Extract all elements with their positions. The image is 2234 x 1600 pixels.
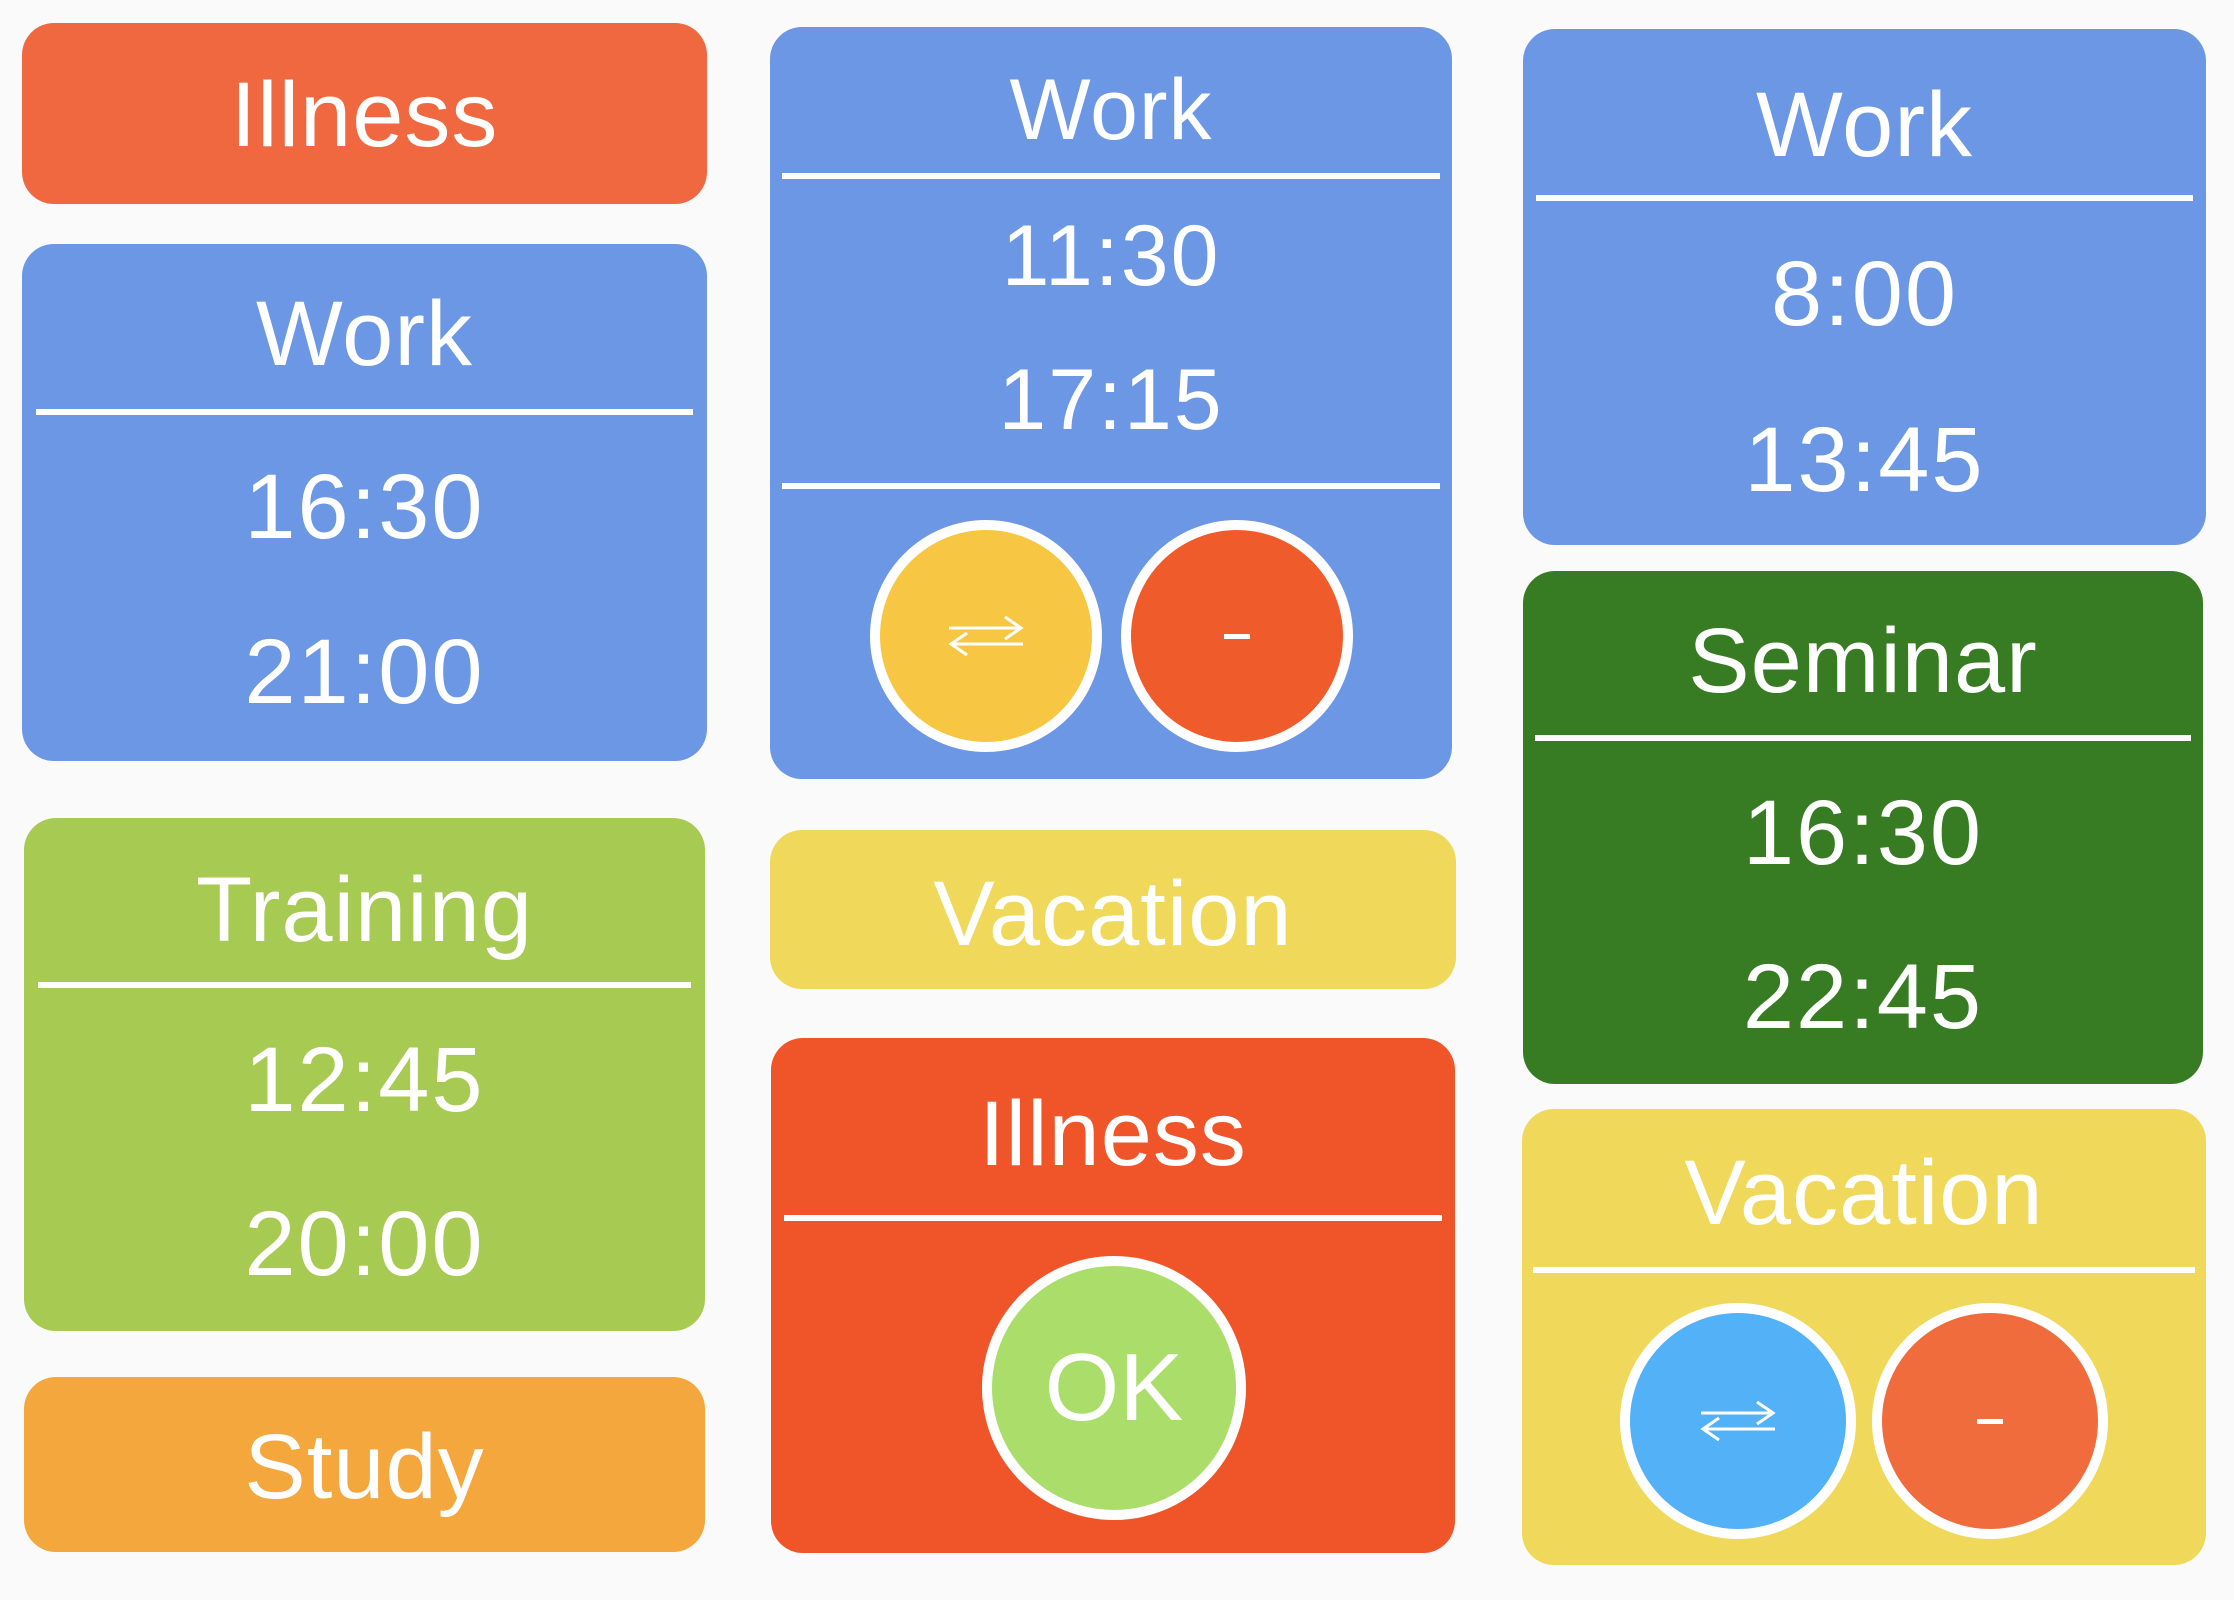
swap-button[interactable] xyxy=(870,520,1102,752)
divider xyxy=(784,1215,1442,1221)
vacation-card[interactable]: Vacation xyxy=(770,830,1456,989)
end-time: 17:15 xyxy=(998,352,1224,448)
card-title: Training xyxy=(196,859,533,961)
divider xyxy=(1535,735,2191,741)
card-title: Seminar xyxy=(1688,610,2038,712)
divider xyxy=(38,982,691,988)
divider xyxy=(782,483,1440,489)
study-card[interactable]: Study xyxy=(24,1377,705,1552)
end-time: 20:00 xyxy=(244,1193,485,1295)
vacation-card-editing[interactable]: Vacation xyxy=(1522,1109,2206,1565)
card-title: Work xyxy=(256,283,473,385)
start-time: 11:30 xyxy=(1001,208,1221,304)
swap-button[interactable] xyxy=(1620,1303,1856,1539)
work-shift-card[interactable]: Work 16:30 21:00 xyxy=(22,244,707,761)
training-shift-card[interactable]: Training 12:45 20:00 xyxy=(24,818,705,1331)
divider xyxy=(782,173,1440,179)
delete-button[interactable] xyxy=(1872,1303,2108,1539)
end-time: 22:45 xyxy=(1742,946,1984,1048)
illness-card-confirm[interactable]: Illness OK xyxy=(771,1038,1455,1553)
delete-button[interactable] xyxy=(1121,520,1353,752)
divider xyxy=(1533,1267,2195,1273)
card-title: Work xyxy=(1009,62,1213,158)
swap-arrows-icon xyxy=(948,615,1024,657)
work-shift-card-editing[interactable]: Work 11:30 17:15 xyxy=(770,27,1452,779)
minus-icon xyxy=(1977,1418,2003,1424)
start-time: 8:00 xyxy=(1770,243,1959,345)
divider xyxy=(36,409,693,415)
card-title: Work xyxy=(1756,74,1973,176)
ok-button[interactable]: OK xyxy=(982,1256,1246,1520)
seminar-shift-card[interactable]: Seminar 16:30 22:45 xyxy=(1523,571,2203,1084)
card-title: Study xyxy=(244,1416,485,1518)
end-time: 13:45 xyxy=(1744,409,1985,511)
divider xyxy=(1536,195,2193,201)
ok-label: OK xyxy=(1044,1334,1184,1441)
card-title: Illness xyxy=(979,1083,1247,1185)
swap-arrows-icon xyxy=(1700,1400,1776,1442)
card-title: Illness xyxy=(230,64,499,166)
end-time: 21:00 xyxy=(244,621,485,723)
minus-icon xyxy=(1224,633,1250,639)
start-time: 16:30 xyxy=(1742,782,1984,884)
start-time: 16:30 xyxy=(244,456,485,558)
work-shift-card[interactable]: Work 8:00 13:45 xyxy=(1523,29,2206,545)
illness-card[interactable]: Illness xyxy=(22,23,707,204)
card-title: Vacation xyxy=(933,863,1293,965)
start-time: 12:45 xyxy=(244,1029,485,1131)
card-title: Vacation xyxy=(1684,1142,2044,1244)
